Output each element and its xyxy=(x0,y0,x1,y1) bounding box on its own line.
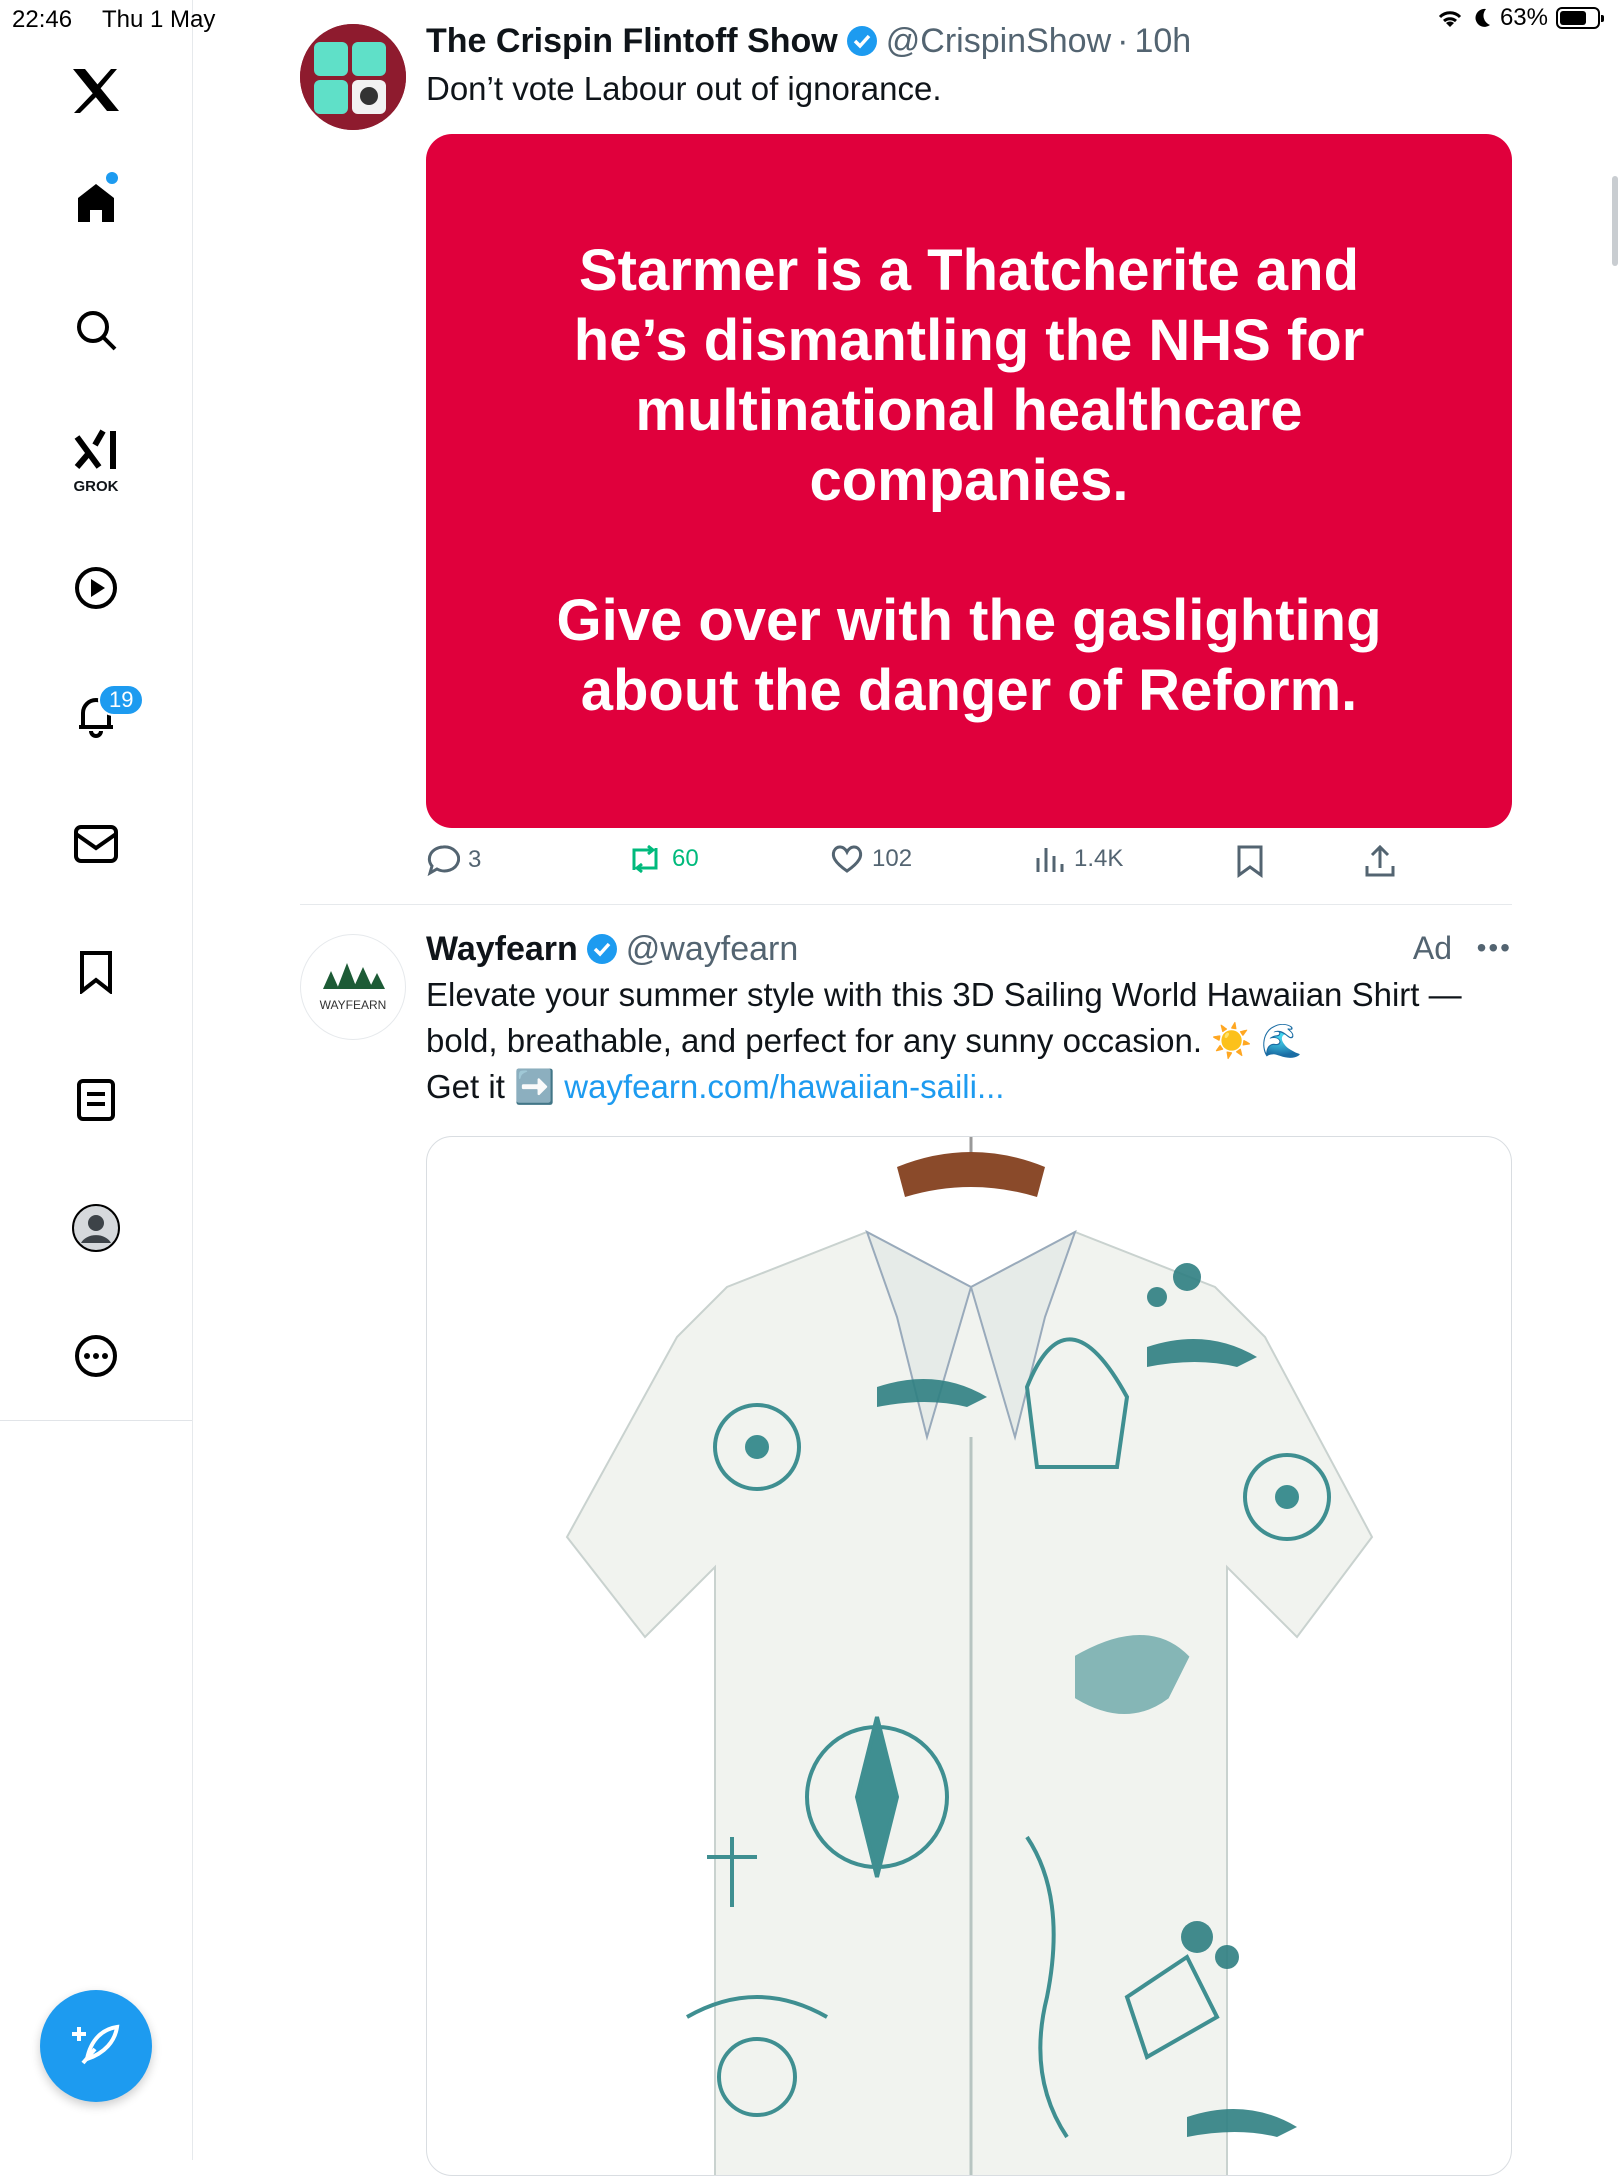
ad-product-image[interactable] xyxy=(426,1136,1512,2176)
reply-count: 3 xyxy=(468,846,482,873)
heart-icon xyxy=(831,845,863,873)
profile-icon[interactable] xyxy=(70,1202,122,1254)
home-icon[interactable] xyxy=(70,176,122,228)
ad-text: Elevate your summer style with this 3D S… xyxy=(426,972,1512,1110)
tweet-wayfearn-ad[interactable]: WAYFEARN Wayfearn @wayfearn Elevate your… xyxy=(300,928,1512,2176)
bookmark-icon xyxy=(1237,845,1263,878)
x-logo-icon[interactable] xyxy=(70,64,122,116)
status-time: 22:46 xyxy=(12,6,73,33)
author-name[interactable]: Wayfearn xyxy=(426,928,578,970)
ad-text-line-1: Elevate your summer style with this 3D S… xyxy=(426,976,1462,1013)
bookmark-icon[interactable] xyxy=(70,946,122,998)
reply-button[interactable]: 3 xyxy=(426,844,481,876)
grok-label: GROK xyxy=(73,478,119,495)
more-options-icon[interactable]: ••• xyxy=(1477,932,1512,964)
card-line: he’s dismantling the NHS for xyxy=(573,308,1365,373)
sidebar: GROK 19 xyxy=(0,0,193,2160)
share-icon xyxy=(1365,844,1395,877)
post-divider xyxy=(300,904,1512,905)
card-line: multinational healthcare xyxy=(635,378,1303,443)
post-text: Don’t vote Labour out of ignorance. xyxy=(426,70,942,107)
scrollbar[interactable] xyxy=(1612,176,1618,266)
card-line: Starmer is a Thatcherite and xyxy=(578,238,1360,303)
search-icon[interactable] xyxy=(70,304,122,356)
battery-icon xyxy=(1556,7,1604,29)
status-date: Thu 1 May xyxy=(102,6,216,33)
reply-icon xyxy=(427,845,460,876)
sidebar-divider xyxy=(0,1420,192,1421)
card-line: about the danger of Reform. xyxy=(580,658,1358,723)
more-icon[interactable] xyxy=(70,1330,122,1382)
wayfearn-avatar-text: WAYFEARN xyxy=(320,998,387,1012)
compose-icon xyxy=(72,2024,120,2065)
like-button[interactable]: 102 xyxy=(830,844,912,874)
author-handle[interactable]: @wayfearn xyxy=(626,928,798,970)
wayfearn-avatar[interactable]: WAYFEARN xyxy=(300,934,406,1040)
notification-count-badge: 19 xyxy=(98,684,145,716)
card-paragraph-2: Give over with the gaslighting about the… xyxy=(557,586,1382,726)
mail-icon[interactable] xyxy=(70,818,122,870)
bookmark-button[interactable] xyxy=(1236,844,1264,878)
repost-count: 60 xyxy=(672,845,699,872)
views-button[interactable]: 1.4K xyxy=(1034,844,1123,874)
repost-icon xyxy=(632,844,658,874)
card-paragraph-1: Starmer is a Thatcherite and he’s disman… xyxy=(574,236,1365,516)
views-icon xyxy=(1036,848,1064,872)
status-bar: 22:46 Thu 1 May 63% xyxy=(0,0,1620,40)
tweet-crispin[interactable]: The Crispin Flintoff Show @CrispinShow ·… xyxy=(300,20,1512,900)
ad-label: Ad xyxy=(1412,930,1452,966)
text-image-card[interactable]: Starmer is a Thatcherite and he’s disman… xyxy=(426,134,1512,828)
ad-text-line-2: bold, breathable, and perfect for any su… xyxy=(426,1022,1303,1059)
grok-icon[interactable] xyxy=(70,424,122,476)
home-unread-dot xyxy=(106,172,118,184)
card-line: companies. xyxy=(809,448,1129,513)
share-button[interactable] xyxy=(1364,844,1396,878)
ad-cta-prefix: Get it ➡️ xyxy=(426,1068,565,1105)
card-line: Give over with the gaslighting xyxy=(556,588,1382,653)
compose-button[interactable] xyxy=(40,1990,152,2102)
battery-percent: 63% xyxy=(1499,4,1548,31)
view-count: 1.4K xyxy=(1074,845,1124,872)
ad-text-line-3: Get it ➡️ wayfearn.com/hawaiian-saili... xyxy=(426,1064,1512,1110)
ad-link[interactable]: wayfearn.com/hawaiian-saili... xyxy=(564,1068,1004,1105)
wifi-icon xyxy=(1438,11,1462,27)
repost-button[interactable]: 60 xyxy=(626,844,699,874)
moon-icon xyxy=(1475,8,1490,27)
tweet-actions: 3 60 102 1.4K xyxy=(426,844,1426,884)
like-count: 102 xyxy=(872,845,913,872)
video-icon[interactable] xyxy=(70,562,122,614)
lists-icon[interactable] xyxy=(70,1074,122,1126)
verified-badge-icon xyxy=(586,934,617,964)
hawaiian-shirt-illustration xyxy=(565,1137,1374,2175)
